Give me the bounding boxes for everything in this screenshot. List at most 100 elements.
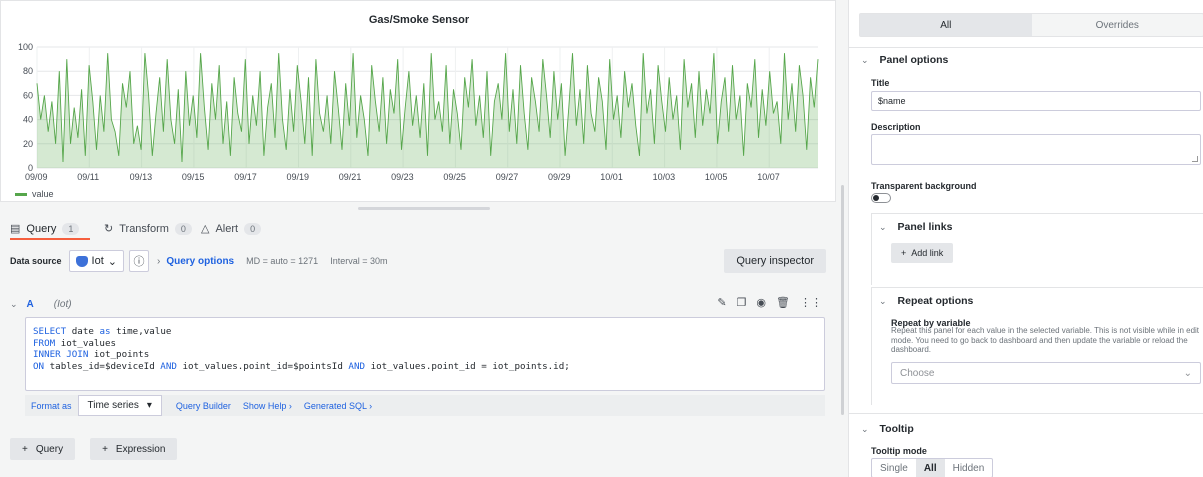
add-link-label: Add link bbox=[911, 248, 944, 258]
title-label: Title bbox=[871, 78, 890, 88]
duplicate-icon[interactable]: ❐ bbox=[737, 296, 747, 309]
query-datasource-name: (Iot) bbox=[53, 298, 72, 310]
sql-line-3: INNER JOIN iot_points bbox=[33, 349, 150, 361]
x-tick-label: 10/05 bbox=[705, 172, 728, 182]
data-source-value: Iot bbox=[91, 255, 104, 267]
y-tick-label: 60 bbox=[23, 90, 33, 100]
tooltip-mode-select: Single All Hidden bbox=[871, 458, 994, 477]
postgres-icon bbox=[75, 255, 88, 267]
query-ref-id[interactable]: A bbox=[27, 299, 34, 310]
chart: 02040608010009/09 09/11 09/13 09/15 09/17 09/… bbox=[18, 42, 819, 182]
repeat-options-header[interactable]: ⌄ Repeat options bbox=[879, 295, 973, 307]
data-source-label: Data source bbox=[10, 256, 62, 266]
tooltip-title: Tooltip bbox=[879, 423, 914, 435]
x-tick-label: 10/03 bbox=[653, 172, 676, 182]
x-tick-label: 09/17 bbox=[234, 172, 257, 182]
repeat-description: Repeat this panel for each value in the … bbox=[891, 326, 1200, 355]
tooltip-mode-all[interactable]: All bbox=[915, 459, 945, 477]
chevron-right-icon: › bbox=[156, 255, 161, 267]
x-tick-label: 09/15 bbox=[182, 172, 205, 182]
legend-label: value bbox=[32, 189, 54, 199]
query-options-toggle[interactable]: › Query options MD = auto = 1271 Interva… bbox=[157, 256, 387, 267]
y-tick-label: 20 bbox=[23, 139, 33, 149]
transform-icon: ↻ bbox=[104, 223, 114, 235]
repeat-variable-placeholder: Choose bbox=[900, 367, 935, 379]
repeat-options-title: Repeat options bbox=[897, 295, 974, 307]
query-inspector-button[interactable]: Query inspector bbox=[724, 249, 826, 273]
tab-query-count: 1 bbox=[62, 222, 80, 235]
tab-query[interactable]: ▤ Query 1 bbox=[10, 222, 80, 235]
x-tick-label: 10/01 bbox=[600, 172, 623, 182]
x-tick-label: 09/13 bbox=[130, 172, 153, 182]
scrollbar[interactable] bbox=[841, 185, 844, 415]
tab-all[interactable]: All bbox=[860, 14, 1032, 36]
plus-icon: + bbox=[102, 443, 108, 455]
description-input[interactable] bbox=[871, 134, 1201, 165]
active-tab-indicator bbox=[10, 238, 90, 240]
data-source-picker[interactable]: Iot ⌄ bbox=[68, 250, 124, 272]
tooltip-header[interactable]: ⌄ Tooltip bbox=[861, 423, 914, 435]
format-as-value: Time series bbox=[87, 400, 139, 411]
edit-icon[interactable]: ✎ bbox=[717, 296, 726, 309]
chart-title: Gas/Smoke Sensor bbox=[368, 14, 470, 26]
x-tick-label: 09/23 bbox=[391, 172, 414, 182]
transparent-background-label: Transparent background bbox=[871, 181, 977, 191]
trash-icon[interactable]: 🗑 bbox=[776, 296, 790, 309]
panel-links-header[interactable]: ⌄ Panel links bbox=[879, 221, 952, 233]
x-tick-label: 09/11 bbox=[77, 172, 99, 182]
tooltip-mode-single[interactable]: Single bbox=[872, 459, 916, 477]
bell-icon: △ bbox=[201, 223, 210, 235]
chevron-down-icon[interactable]: ⌄ bbox=[10, 299, 18, 310]
eye-icon[interactable]: ◉ bbox=[756, 296, 766, 309]
chevron-down-icon: ⌄ bbox=[1183, 367, 1192, 379]
help-icon[interactable]: ⓘ bbox=[128, 250, 149, 272]
tab-transform-count: 0 bbox=[174, 222, 192, 235]
sql-line-4: ON tables_id=$deviceId AND iot_values.po… bbox=[33, 360, 570, 372]
add-link-button[interactable]: + Add link bbox=[891, 243, 954, 263]
tab-overrides[interactable]: Overrides bbox=[1032, 14, 1203, 36]
database-icon: ▤ bbox=[10, 223, 21, 235]
generated-sql-link[interactable]: Generated SQL › bbox=[298, 401, 378, 411]
tab-transform-label: Transform bbox=[119, 222, 169, 235]
panel-links-title: Panel links bbox=[897, 221, 953, 233]
drag-handle-icon[interactable]: ⋮⋮ bbox=[800, 296, 822, 309]
query-options-label: Query options bbox=[166, 255, 235, 267]
chevron-down-icon: ⌄ bbox=[879, 221, 887, 232]
plus-icon: + bbox=[22, 443, 28, 455]
add-query-label: Query bbox=[35, 443, 64, 455]
add-query-button[interactable]: + Query bbox=[10, 438, 76, 460]
add-expression-button[interactable]: + Expression bbox=[90, 438, 178, 460]
plus-icon: + bbox=[901, 248, 907, 258]
tooltip-mode-hidden[interactable]: Hidden bbox=[945, 459, 993, 477]
show-help-link[interactable]: Show Help › bbox=[237, 401, 298, 411]
caret-down-icon: ▾ bbox=[146, 400, 152, 411]
tab-transform[interactable]: ↻ Transform 0 bbox=[104, 222, 192, 235]
repeat-variable-select[interactable]: Choose ⌄ bbox=[891, 362, 1201, 384]
options-pane: All Overrides ⌄ Panel options Title $nam… bbox=[848, 0, 1203, 477]
tab-alert-label: Alert bbox=[215, 222, 239, 235]
tab-alert[interactable]: △ Alert 0 bbox=[201, 222, 262, 235]
options-tabs: All Overrides bbox=[859, 13, 1203, 37]
query-builder-link[interactable]: Query Builder bbox=[170, 401, 237, 411]
query-actions: ✎ ❐ ◉ 🗑 ⋮⋮ bbox=[717, 296, 822, 309]
tooltip-mode-label: Tooltip mode bbox=[871, 446, 927, 456]
resize-splitter[interactable] bbox=[358, 207, 490, 210]
add-expression-label: Expression bbox=[115, 443, 166, 455]
query-options-row: Format as Time series ▾ Query Builder Sh… bbox=[25, 395, 825, 416]
divider bbox=[849, 47, 1203, 48]
x-tick-label: 09/27 bbox=[496, 172, 519, 182]
chevron-down-icon: ⌄ bbox=[861, 54, 869, 65]
add-query-row: + Query + Expression bbox=[10, 438, 178, 460]
panel-editor: Gas/Smoke Sensor 0 20 40 60 80 100 09/09 09/11 0… bbox=[0, 0, 1203, 477]
chart-legend[interactable]: value bbox=[15, 189, 54, 199]
panel-options-header[interactable]: ⌄ Panel options bbox=[861, 54, 948, 66]
sql-editor[interactable]: SELECT date as time,value FROM iot_values… bbox=[25, 317, 825, 391]
transparent-background-toggle[interactable] bbox=[871, 193, 891, 203]
y-tick-label: 100 bbox=[18, 42, 33, 52]
query-row-header[interactable]: ⌄ A (Iot) ✎ ❐ ◉ 🗑 ⋮⋮ bbox=[10, 294, 826, 314]
title-input[interactable]: $name bbox=[871, 91, 1201, 111]
tab-query-label: Query bbox=[26, 222, 57, 235]
y-tick-label: 80 bbox=[23, 66, 33, 76]
legend-swatch bbox=[15, 192, 27, 196]
format-as-select[interactable]: Time series ▾ bbox=[77, 395, 162, 416]
